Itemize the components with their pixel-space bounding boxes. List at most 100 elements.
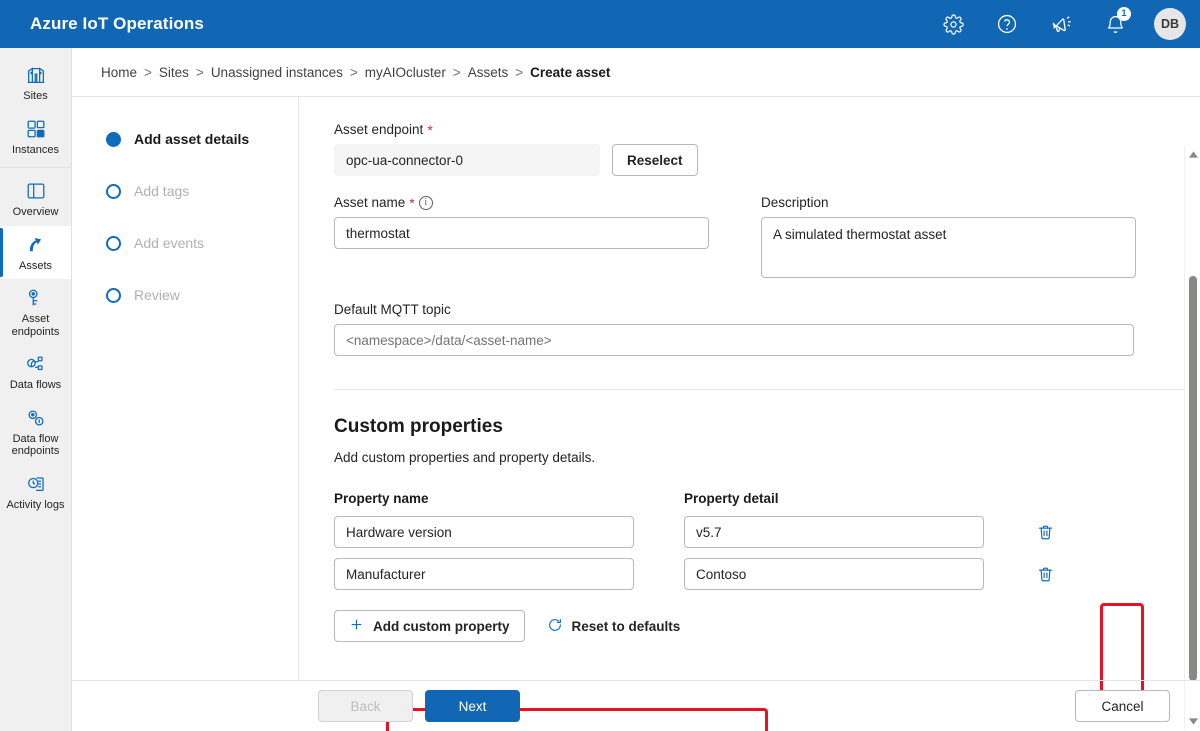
asset-endpoints-icon [23, 286, 49, 310]
breadcrumb-separator: > [452, 64, 461, 80]
left-navigation-rail: Sites Instances Overview Assets Asset en… [0, 48, 72, 731]
property-name-input[interactable] [334, 516, 634, 548]
asset-endpoint-label: Asset endpoint * [334, 122, 1184, 137]
app-title: Azure IoT Operations [30, 14, 204, 33]
settings-icon[interactable] [936, 7, 970, 41]
property-detail-input[interactable] [684, 558, 984, 590]
trash-icon[interactable] [1029, 558, 1061, 590]
asset-endpoint-input[interactable] [334, 144, 600, 176]
asset-name-group: Asset name * i [334, 195, 709, 283]
description-textarea[interactable] [761, 217, 1136, 278]
sidebar-item-asset-endpoints[interactable]: Asset endpoints [0, 279, 71, 345]
property-name-cell [334, 516, 634, 548]
sites-icon [23, 63, 49, 87]
sidebar-item-label: Sites [23, 90, 48, 102]
breadcrumb-item-unassigned-instances[interactable]: Unassigned instances [211, 65, 343, 80]
reselect-button[interactable]: Reselect [612, 144, 698, 176]
breadcrumb-separator: > [515, 64, 524, 80]
breadcrumb-separator: > [144, 64, 152, 80]
wizard-step-add-tags[interactable]: Add tags [106, 178, 298, 204]
notification-count-badge: 1 [1117, 7, 1131, 21]
top-header-bar: Azure IoT Operations 1 DB [0, 0, 1200, 48]
avatar[interactable]: DB [1154, 8, 1186, 40]
step-indicator-icon [106, 235, 121, 251]
sidebar-item-label: Instances [11, 143, 60, 156]
instances-icon [23, 117, 49, 141]
add-custom-property-label: Add custom property [373, 618, 510, 634]
back-button[interactable]: Back [318, 690, 413, 722]
cancel-button[interactable]: Cancel [1075, 690, 1170, 722]
wizard-step-list: Add asset details Add tags Add events Re… [72, 97, 299, 680]
content-scrollbar[interactable] [1184, 146, 1200, 729]
header-actions: 1 DB [936, 7, 1186, 41]
wizard-step-add-asset-details[interactable]: Add asset details [106, 126, 298, 152]
wizard-step-label: Review [134, 287, 180, 303]
breadcrumb: Home > Sites > Unassigned instances > my… [72, 48, 1200, 97]
property-name-input[interactable] [334, 558, 634, 590]
sidebar-item-label: Data flow endpoints [11, 432, 60, 458]
column-header-property-name: Property name [334, 491, 429, 506]
section-divider [334, 389, 1184, 390]
info-icon[interactable]: i [418, 195, 433, 210]
wizard-step-review[interactable]: Review [106, 282, 298, 308]
sidebar-item-data-flows[interactable]: Data flows [0, 345, 71, 399]
wizard-step-label: Add asset details [134, 131, 250, 147]
app-root: Azure IoT Operations 1 DB Sites Instance… [0, 0, 1200, 731]
scroll-up-icon[interactable] [1185, 146, 1200, 162]
help-icon[interactable] [990, 7, 1024, 41]
sidebar-item-instances[interactable]: Instances [0, 110, 71, 164]
mqtt-topic-input[interactable] [334, 324, 1134, 356]
add-custom-property-button[interactable]: Add custom property [334, 610, 525, 642]
breadcrumb-separator: > [195, 64, 204, 80]
wizard-step-add-events[interactable]: Add events [106, 230, 298, 256]
asset-name-input[interactable] [334, 217, 709, 249]
breadcrumb-item-cluster[interactable]: myAIOcluster [365, 65, 446, 80]
sidebar-item-sites[interactable]: Sites [0, 56, 71, 110]
refresh-icon [547, 617, 563, 636]
trash-icon[interactable] [1029, 516, 1061, 548]
custom-property-row [334, 516, 1184, 548]
asset-endpoint-row: Reselect [334, 144, 1184, 176]
data-flow-endpoints-icon [23, 406, 49, 430]
asset-name-label-text: Asset name [334, 195, 406, 210]
step-indicator-icon [106, 131, 121, 147]
overview-icon [23, 179, 49, 203]
custom-properties-title: Custom properties [334, 416, 503, 437]
property-detail-cell [684, 516, 984, 548]
asset-endpoint-label-text: Asset endpoint [334, 122, 424, 137]
mqtt-topic-group: Default MQTT topic [334, 302, 1134, 356]
mqtt-topic-label: Default MQTT topic [334, 302, 1134, 317]
name-description-row: Asset name * i Description [334, 195, 1184, 283]
breadcrumb-item-home[interactable]: Home [101, 65, 137, 80]
asset-details-form: Asset endpoint * Reselect Asset name * i [300, 97, 1184, 680]
step-indicator-icon [106, 183, 121, 199]
sidebar-item-assets[interactable]: Assets [0, 225, 71, 279]
breadcrumb-separator: > [349, 64, 358, 80]
reset-to-defaults-button[interactable]: Reset to defaults [539, 610, 689, 642]
sidebar-item-label: Activity logs [6, 498, 65, 511]
property-detail-cell [684, 558, 984, 590]
breadcrumb-item-assets[interactable]: Assets [468, 65, 509, 80]
custom-properties-header-row: Property name Property detail [334, 491, 1184, 506]
custom-property-row [334, 558, 1184, 590]
assets-icon [23, 233, 49, 257]
feedback-icon[interactable] [1044, 7, 1078, 41]
sidebar-item-data-flow-endpoints[interactable]: Data flow endpoints [0, 399, 71, 465]
sidebar-item-activity-logs[interactable]: Activity logs [0, 465, 71, 519]
sidebar-item-label: Asset endpoints [11, 313, 60, 338]
property-detail-input[interactable] [684, 516, 984, 548]
reset-to-defaults-label: Reset to defaults [571, 618, 681, 634]
description-label: Description [761, 195, 1136, 210]
required-marker: * [409, 194, 415, 211]
wizard-step-label: Add events [134, 235, 205, 251]
next-button[interactable]: Next [425, 690, 520, 722]
data-flows-icon [23, 352, 49, 376]
wizard-footer: Back Next Cancel [72, 680, 1200, 731]
breadcrumb-item-sites[interactable]: Sites [159, 65, 189, 80]
notifications-icon[interactable]: 1 [1098, 7, 1132, 41]
sidebar-item-overview[interactable]: Overview [0, 172, 71, 226]
sidebar-item-label: Data flows [9, 379, 62, 391]
description-group: Description [761, 195, 1136, 283]
scrollbar-thumb[interactable] [1189, 276, 1197, 681]
mqtt-topic-label-text: Default MQTT topic [334, 302, 451, 317]
